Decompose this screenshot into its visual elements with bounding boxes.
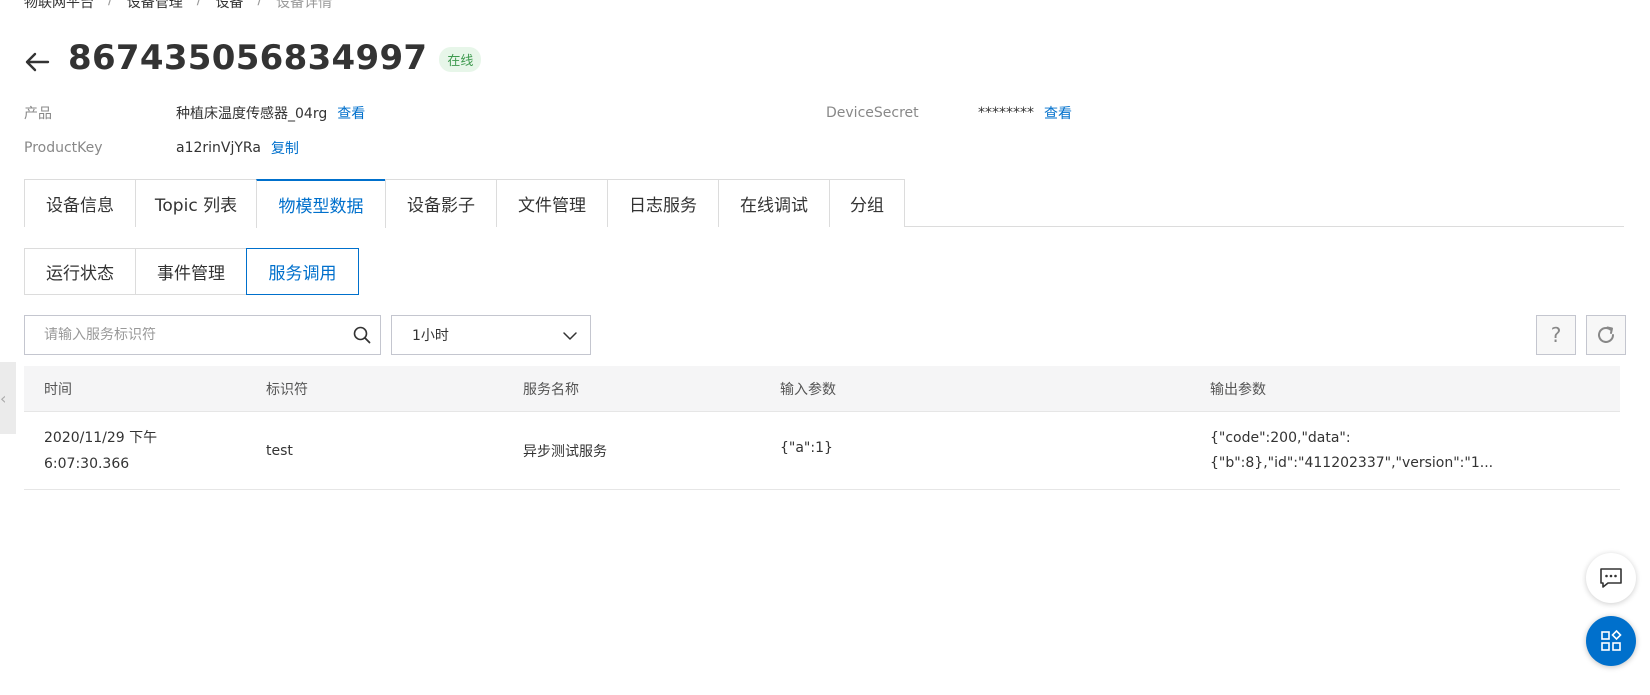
- device-meta-right: DeviceSecret ******** 查看: [826, 102, 1072, 137]
- status-badge: 在线: [439, 46, 482, 72]
- view-product-link[interactable]: 查看: [337, 103, 365, 123]
- devicesecret-label: DeviceSecret: [826, 105, 919, 121]
- help-button[interactable]: ?: [1536, 315, 1576, 355]
- column-header-identifier: 标识符: [266, 381, 308, 398]
- column-header-output: 输出参数: [1210, 381, 1266, 398]
- column-header-service-name: 服务名称: [523, 381, 579, 398]
- time-range-value: 1小时: [412, 328, 449, 344]
- cell-service-name: 异步测试服务: [523, 443, 607, 460]
- tab-online-debug[interactable]: 在线调试: [718, 179, 830, 227]
- side-drawer-handle[interactable]: ‹: [0, 362, 16, 434]
- breadcrumb-current: 设备详情: [276, 0, 333, 11]
- tab-device-shadow[interactable]: 设备影子: [385, 179, 497, 227]
- refresh-button[interactable]: [1586, 315, 1626, 355]
- main-tabs: 设备信息 Topic 列表 物模型数据 设备影子 文件管理 日志服务 在线调试 …: [24, 179, 1624, 228]
- subtab-service-call[interactable]: 服务调用: [246, 248, 359, 295]
- breadcrumb-item[interactable]: 设备: [215, 0, 243, 12]
- chevron-down-icon: [563, 332, 577, 340]
- chat-button[interactable]: [1586, 553, 1636, 603]
- chevron-left-icon: ‹: [0, 388, 7, 408]
- product-label: 产品: [24, 106, 52, 122]
- cell-identifier: test: [266, 442, 293, 459]
- search-icon[interactable]: [353, 326, 371, 344]
- cell-time-date: 2020/11/29 下午: [44, 429, 158, 446]
- back-arrow-icon[interactable]: [24, 49, 50, 75]
- device-meta-left: 产品 种植床温度传感器_04rg 查看 ProductKey a12rinVjY…: [24, 102, 365, 172]
- tab-file-management[interactable]: 文件管理: [496, 179, 608, 227]
- cell-output-line-1: {"code":200,"data":: [1210, 429, 1351, 446]
- column-header-time: 时间: [44, 381, 72, 398]
- breadcrumb-separator: /: [108, 0, 113, 8]
- table-row: 2020/11/29 下午 6:07:30.366 test 异步测试服务 {"…: [24, 412, 1620, 490]
- page-title: 867435056834997: [68, 38, 428, 78]
- search-box: [24, 315, 381, 355]
- service-call-table: 时间 标识符 服务名称 输入参数 输出参数 2020/11/29 下午 6:07…: [24, 366, 1620, 490]
- tab-tsl-data[interactable]: 物模型数据: [256, 179, 386, 228]
- breadcrumb-separator: /: [196, 0, 202, 8]
- cell-time-clock: 6:07:30.366: [44, 455, 130, 472]
- apps-button[interactable]: [1586, 616, 1636, 666]
- search-input[interactable]: [25, 327, 335, 343]
- tab-device-info[interactable]: 设备信息: [24, 179, 136, 227]
- title-row: 867435056834997 在线: [24, 38, 482, 78]
- refresh-icon: [1598, 326, 1614, 343]
- breadcrumb-item[interactable]: 设备管理: [127, 0, 183, 12]
- devicesecret-value: ********: [978, 105, 1034, 121]
- column-header-input: 输入参数: [780, 381, 836, 398]
- copy-productkey-link[interactable]: 复制: [271, 138, 299, 158]
- breadcrumb-item[interactable]: 物联网平台: [24, 0, 94, 12]
- table-header: 时间 标识符 服务名称 输入参数 输出参数: [24, 366, 1620, 412]
- apps-icon: [1601, 629, 1622, 651]
- subtab-running-status[interactable]: 运行状态: [24, 248, 136, 295]
- productkey-label: ProductKey: [24, 140, 103, 156]
- tab-log-service[interactable]: 日志服务: [607, 179, 719, 227]
- help-icon: ?: [1550, 323, 1562, 347]
- cell-input-params: {"a":1}: [780, 439, 833, 456]
- breadcrumb: 物联网平台 / 设备管理 / 设备 / 设备详情: [24, 0, 332, 12]
- tab-topic-list[interactable]: Topic 列表: [135, 179, 257, 227]
- subtab-event-management[interactable]: 事件管理: [135, 248, 247, 295]
- tab-group[interactable]: 分组: [829, 179, 905, 227]
- productkey-value: a12rinVjYRa: [176, 140, 261, 156]
- product-value: 种植床温度传感器_04rg: [176, 106, 328, 122]
- chat-icon: [1600, 568, 1622, 588]
- cell-time: 2020/11/29 下午 6:07:30.366: [44, 425, 244, 477]
- cell-output-line-2: {"b":8},"id":"411202337","version":"1...: [1210, 454, 1494, 471]
- cell-output-params[interactable]: {"code":200,"data": {"b":8},"id":"411202…: [1210, 426, 1494, 476]
- breadcrumb-separator: /: [257, 0, 263, 8]
- view-secret-link[interactable]: 查看: [1044, 103, 1072, 123]
- time-range-select[interactable]: 1小时: [391, 315, 591, 355]
